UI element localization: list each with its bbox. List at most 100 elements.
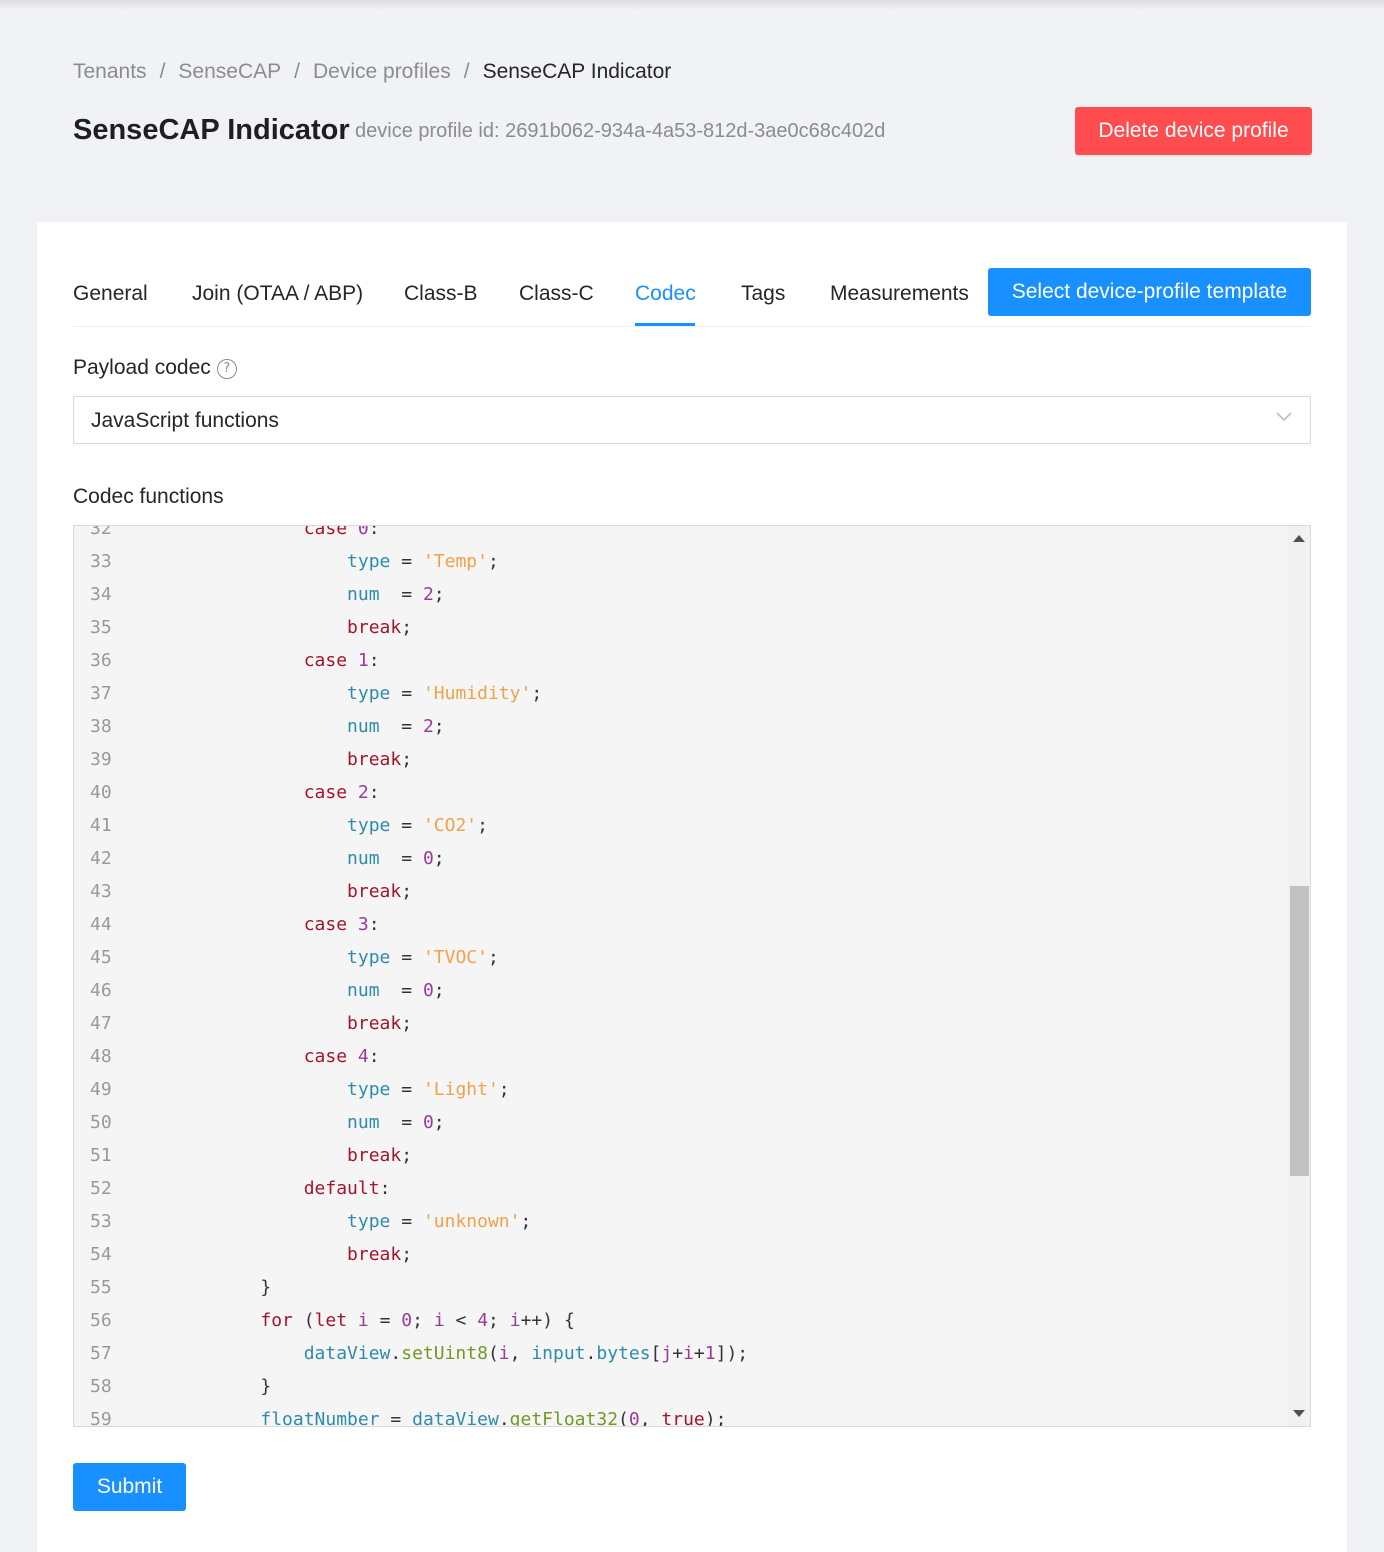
line-code: type = 'Temp'; bbox=[347, 551, 499, 572]
code-line: 56 for (let i = 0; i < 4; i++) { bbox=[74, 1304, 1284, 1337]
device-profile-card: General Join (OTAA / ABP) Class-B Class-… bbox=[37, 222, 1347, 1552]
tab-class-b[interactable]: Class-B bbox=[404, 282, 478, 306]
line-code: case 1: bbox=[303, 650, 380, 671]
line-code: break; bbox=[347, 1145, 413, 1166]
code-line: 32 case 0: bbox=[74, 525, 1284, 545]
line-number: 57 bbox=[90, 1343, 112, 1364]
line-number: 38 bbox=[90, 716, 112, 737]
line-number: 37 bbox=[90, 683, 112, 704]
code-line: 35 break; bbox=[74, 611, 1284, 644]
codec-functions-label: Codec functions bbox=[73, 485, 224, 508]
page-title: SenseCAP Indicator bbox=[73, 114, 350, 146]
breadcrumb-separator: / bbox=[294, 60, 300, 83]
breadcrumb: Tenants / SenseCAP / Device profiles / SenseCA… bbox=[73, 60, 671, 84]
line-number: 42 bbox=[90, 848, 112, 869]
line-code: } bbox=[260, 1376, 272, 1397]
breadcrumb-tenant[interactable]: SenseCAP bbox=[178, 60, 281, 83]
code-line: 50 num = 0; bbox=[74, 1106, 1284, 1139]
line-code: num = 2; bbox=[347, 584, 445, 605]
line-number: 39 bbox=[90, 749, 112, 770]
breadcrumb-tenants[interactable]: Tenants bbox=[73, 60, 147, 83]
code-line: 51 break; bbox=[74, 1139, 1284, 1172]
code-line: 40 case 2: bbox=[74, 776, 1284, 809]
payload-codec-label: Payload codec? bbox=[73, 356, 237, 380]
line-code: } bbox=[260, 1277, 272, 1298]
tab-codec[interactable]: Codec bbox=[635, 282, 696, 306]
page-subtitle: device profile id: 2691b062-934a-4a53-81… bbox=[355, 120, 886, 142]
payload-codec-value: JavaScript functions bbox=[91, 409, 279, 432]
line-number: 43 bbox=[90, 881, 112, 902]
code-line: 41 type = 'CO2'; bbox=[74, 809, 1284, 842]
tab-general[interactable]: General bbox=[73, 282, 148, 306]
breadcrumb-current: SenseCAP Indicator bbox=[482, 60, 672, 83]
line-code: num = 2; bbox=[347, 716, 445, 737]
line-code: break; bbox=[347, 617, 413, 638]
code-line: 45 type = 'TVOC'; bbox=[74, 941, 1284, 974]
breadcrumb-separator: / bbox=[463, 60, 470, 83]
breadcrumb-separator: / bbox=[159, 60, 166, 83]
line-number: 50 bbox=[90, 1112, 112, 1133]
editor-scrollbar[interactable] bbox=[1288, 526, 1310, 1426]
scroll-down-arrow-icon[interactable] bbox=[1293, 1410, 1305, 1417]
line-number: 41 bbox=[90, 815, 112, 836]
breadcrumb-device-profiles[interactable]: Device profiles bbox=[313, 60, 451, 83]
line-code: num = 0; bbox=[347, 1112, 445, 1133]
line-number: 51 bbox=[90, 1145, 112, 1166]
line-number: 32 bbox=[90, 525, 112, 539]
code-line: 57 dataView.setUint8(i, input.bytes[j+i+… bbox=[74, 1337, 1284, 1370]
line-code: case 2: bbox=[303, 782, 380, 803]
tab-tags[interactable]: Tags bbox=[741, 282, 785, 306]
code-line: 42 num = 0; bbox=[74, 842, 1284, 875]
line-code: type = 'Light'; bbox=[347, 1079, 510, 1100]
line-number: 47 bbox=[90, 1013, 112, 1034]
code-line: 53 type = 'unknown'; bbox=[74, 1205, 1284, 1238]
line-number: 33 bbox=[90, 551, 112, 572]
line-number: 46 bbox=[90, 980, 112, 1001]
line-code: num = 0; bbox=[347, 848, 445, 869]
line-number: 34 bbox=[90, 584, 112, 605]
line-number: 36 bbox=[90, 650, 112, 671]
line-code: break; bbox=[347, 1013, 413, 1034]
code-line: 46 num = 0; bbox=[74, 974, 1284, 1007]
line-code: type = 'unknown'; bbox=[347, 1211, 532, 1232]
line-code: for (let i = 0; i < 4; i++) { bbox=[260, 1310, 575, 1331]
code-line: 52 default: bbox=[74, 1172, 1284, 1205]
active-tab-indicator bbox=[635, 323, 695, 326]
scroll-up-arrow-icon[interactable] bbox=[1293, 535, 1305, 542]
code-line: 37 type = 'Humidity'; bbox=[74, 677, 1284, 710]
line-code: dataView.setUint8(i, input.bytes[j+i+1])… bbox=[303, 1343, 749, 1364]
code-line: 47 break; bbox=[74, 1007, 1284, 1040]
line-number: 48 bbox=[90, 1046, 112, 1067]
tab-measurements[interactable]: Measurements bbox=[830, 282, 969, 306]
code-line: 58 } bbox=[74, 1370, 1284, 1403]
code-line: 54 break; bbox=[74, 1238, 1284, 1271]
tab-class-c[interactable]: Class-C bbox=[519, 282, 594, 306]
code-editor[interactable]: 32 case 0: 33 type = 'Temp'; 34 num = 2; 35… bbox=[73, 525, 1311, 1427]
code-line: 48 case 4: bbox=[74, 1040, 1284, 1073]
code-line: 39 break; bbox=[74, 743, 1284, 776]
payload-codec-select[interactable]: JavaScript functions bbox=[73, 396, 1311, 444]
delete-device-profile-button[interactable]: Delete device profile bbox=[1075, 107, 1312, 155]
line-number: 40 bbox=[90, 782, 112, 803]
line-code: type = 'Humidity'; bbox=[347, 683, 543, 704]
line-code: floatNumber = dataView.getFloat32(0, tru… bbox=[260, 1409, 727, 1427]
tab-join[interactable]: Join (OTAA / ABP) bbox=[192, 282, 363, 306]
line-number: 44 bbox=[90, 914, 112, 935]
top-shadow bbox=[0, 0, 1384, 10]
tab-bar: General Join (OTAA / ABP) Class-B Class-… bbox=[73, 268, 1311, 327]
line-number: 53 bbox=[90, 1211, 112, 1232]
line-code: default: bbox=[303, 1178, 391, 1199]
line-number: 52 bbox=[90, 1178, 112, 1199]
submit-button[interactable]: Submit bbox=[73, 1463, 186, 1511]
select-template-button[interactable]: Select device-profile template bbox=[988, 268, 1311, 316]
payload-codec-label-text: Payload codec bbox=[73, 356, 211, 379]
code-line: 43 break; bbox=[74, 875, 1284, 908]
code-line: 49 type = 'Light'; bbox=[74, 1073, 1284, 1106]
scroll-thumb[interactable] bbox=[1290, 886, 1309, 1176]
line-number: 59 bbox=[90, 1409, 112, 1427]
question-circle-icon[interactable]: ? bbox=[216, 359, 237, 379]
line-number: 54 bbox=[90, 1244, 112, 1265]
line-number: 58 bbox=[90, 1376, 112, 1397]
line-number: 55 bbox=[90, 1277, 112, 1298]
chevron-down-icon bbox=[1276, 412, 1292, 422]
